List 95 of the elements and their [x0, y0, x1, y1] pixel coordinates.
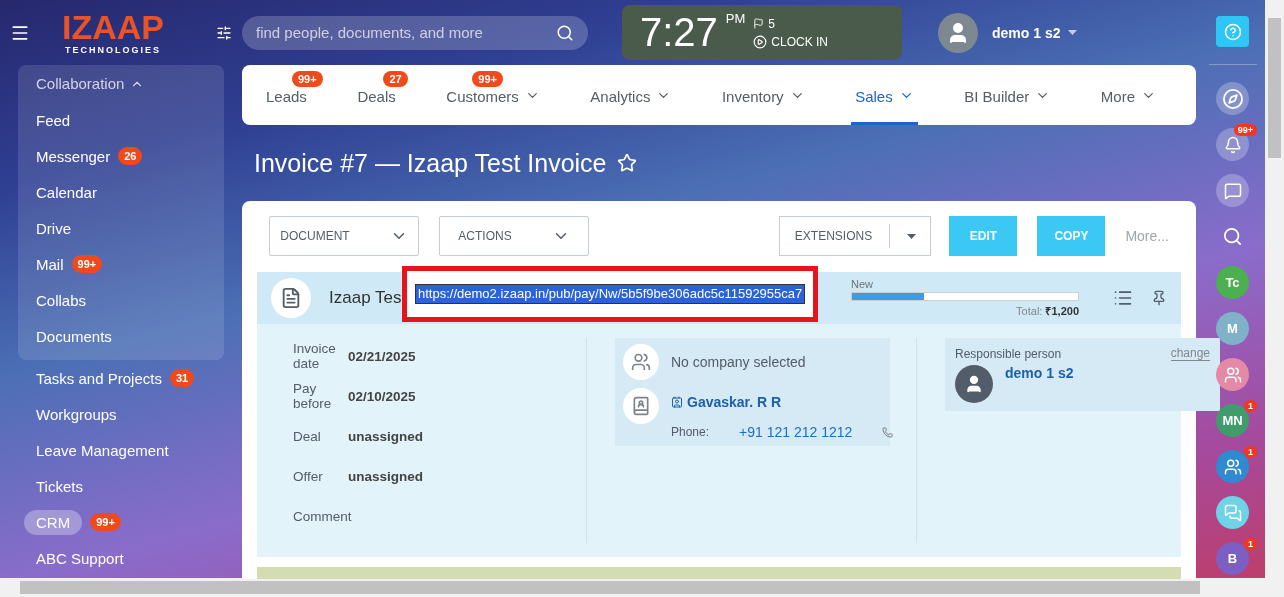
count-badge: 1: [1244, 400, 1257, 412]
sidebar-item[interactable]: Collabs: [36, 291, 87, 309]
user-avatar[interactable]: Tc: [1216, 266, 1249, 299]
dropdown-button[interactable]: ACTIONS: [439, 216, 589, 256]
filter-icon[interactable]: [216, 24, 232, 41]
count-badge: 27: [383, 71, 408, 87]
sidebar-item[interactable]: Calendar: [36, 183, 97, 201]
stage-label: New: [851, 278, 874, 290]
group-avatar[interactable]: [1216, 358, 1249, 391]
responsible-link[interactable]: demo 1 s2: [1005, 365, 1074, 381]
user-avatar[interactable]: [938, 12, 978, 53]
company-text: No company selected: [671, 354, 806, 370]
sidebar-item[interactable]: Feed: [36, 111, 71, 129]
vertical-scrollbar[interactable]: [1265, 0, 1284, 578]
document-icon: [271, 278, 311, 318]
count-badge: 99+: [1233, 124, 1257, 136]
people-icon: [1223, 457, 1242, 476]
nav-tab[interactable]: More: [1096, 88, 1160, 125]
user-avatar: [955, 365, 993, 403]
sidebar-item[interactable]: ABC Support: [36, 549, 124, 567]
play-icon[interactable]: [753, 34, 768, 49]
flag-icon: [753, 18, 765, 29]
split-button[interactable]: EXTENSIONS: [779, 216, 932, 256]
page-title: Invoice #7 — Izaap Test Invoice: [254, 148, 607, 178]
list-icon[interactable]: [1113, 288, 1133, 308]
total-amount: Total: ₹1,200: [1016, 304, 1079, 318]
nav-tab[interactable]: Analytics: [586, 88, 676, 125]
change-link[interactable]: change: [1170, 346, 1210, 361]
rail-button[interactable]: [1216, 174, 1249, 207]
compass-icon: [1222, 88, 1243, 109]
user-name[interactable]: demo 1 s2: [992, 24, 1061, 41]
sidebar-item[interactable]: Tasks and Projects: [36, 369, 162, 387]
bell-icon: [1223, 135, 1242, 154]
nav-tab[interactable]: BI Builder: [960, 88, 1055, 125]
field-label: Pay before: [293, 381, 333, 411]
company-icon: [623, 344, 659, 380]
count-badge: 99+: [292, 71, 323, 87]
group-avatar[interactable]: [1216, 450, 1249, 483]
sidebar-item[interactable]: Documents: [36, 327, 112, 345]
contact-link[interactable]: Gavaskar. R R: [687, 394, 782, 410]
field-label: Offer: [293, 468, 324, 484]
caret-icon[interactable]: [1068, 30, 1078, 35]
count-badge: 99+: [472, 71, 503, 87]
phone-icon[interactable]: [882, 426, 894, 438]
search-icon[interactable]: [556, 23, 574, 42]
sidebar-item[interactable]: Messenger: [36, 147, 111, 165]
field-value: 02/10/2025: [348, 388, 417, 404]
sidebar-item[interactable]: Leave Management: [36, 441, 169, 459]
count-badge: 26: [118, 147, 143, 165]
nav-tab[interactable]: Leads: [262, 88, 311, 125]
clock-time: 7:27: [640, 10, 718, 55]
url-field[interactable]: https://demo2.izaap.in/pub/pay/Nw/5b5f9be306adc5c11592955ca7: [415, 284, 806, 304]
count-badge: 99+: [71, 255, 103, 273]
field-value: unassigned: [348, 428, 424, 444]
sidebar-item[interactable]: Workgroups: [36, 405, 117, 423]
caret-icon[interactable]: [906, 233, 916, 239]
group-title[interactable]: Collaboration: [18, 71, 224, 102]
field-value: 02/21/2025: [348, 348, 417, 364]
chat-icon: [1223, 181, 1242, 200]
contact-book-icon: [623, 388, 659, 424]
flag-count: 5: [768, 16, 776, 31]
nav-tab[interactable]: Inventory: [717, 88, 809, 125]
user-avatar[interactable]: MN: [1216, 404, 1249, 437]
invoice-title: Izaap Tes: [329, 288, 402, 308]
dropdown-button[interactable]: DOCUMENT: [269, 216, 419, 256]
contact-icon: [671, 396, 683, 408]
horizontal-scrollbar[interactable]: [0, 578, 1284, 597]
count-badge: 1: [1244, 446, 1257, 458]
nav-tab[interactable]: Sales: [851, 88, 918, 125]
help-icon: [1223, 22, 1242, 41]
field-label: Invoice date: [293, 341, 337, 371]
chat-avatar[interactable]: [1216, 496, 1249, 529]
star-icon[interactable]: [616, 153, 637, 173]
clock-in-link[interactable]: CLOCK IN: [771, 34, 829, 49]
count-badge: 31: [169, 369, 195, 387]
responsible-title: Responsible person: [955, 346, 1062, 361]
nav-tab[interactable]: Deals: [353, 88, 400, 125]
rail-button[interactable]: [1216, 82, 1249, 115]
chat-bubble-icon: [1223, 503, 1242, 522]
field-value: unassigned: [348, 468, 424, 484]
count-badge: 99+: [90, 513, 121, 531]
pin-icon[interactable]: [1151, 290, 1167, 306]
sidebar-item[interactable]: Tickets: [36, 477, 83, 495]
nav-tab[interactable]: Customers: [442, 88, 544, 125]
count-badge: 1: [1244, 538, 1257, 550]
people-icon: [1223, 365, 1242, 384]
sidebar-item[interactable]: Mail: [36, 255, 64, 273]
clock-period: PM: [725, 11, 746, 26]
phone-label: Phone:: [671, 425, 710, 439]
sidebar-item[interactable]: Drive: [36, 219, 71, 237]
field-label: Deal: [293, 428, 322, 444]
user-avatar[interactable]: B: [1216, 542, 1249, 575]
phone-link[interactable]: +91 121 212 1212: [739, 424, 853, 440]
search-icon: [1224, 228, 1241, 245]
company-logo: IZAAP TECHNOLOGIES: [62, 9, 164, 56]
